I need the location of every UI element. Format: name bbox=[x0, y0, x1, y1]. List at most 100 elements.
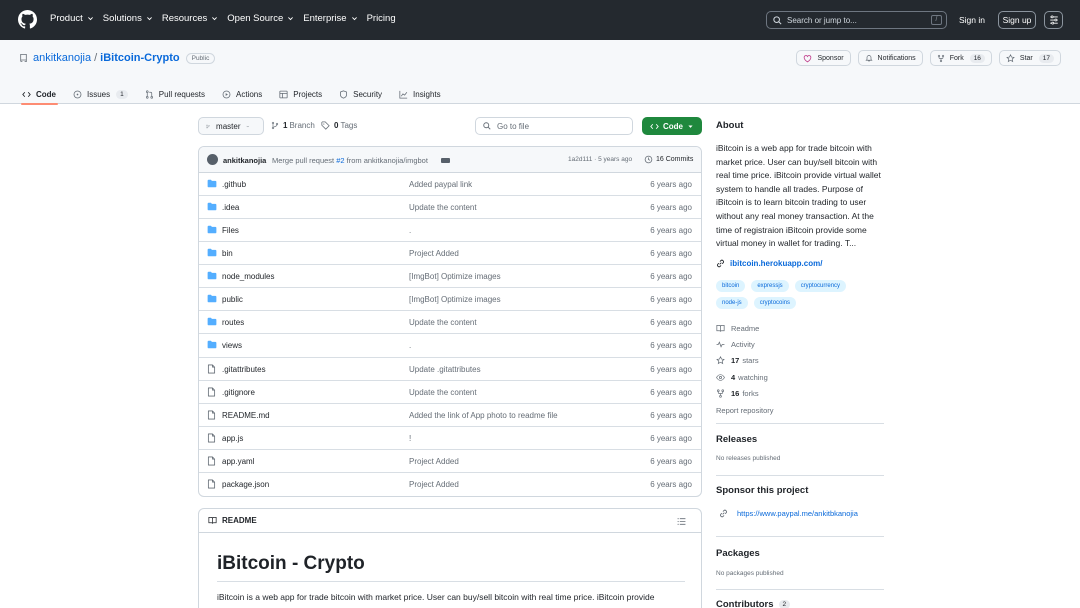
tab-pull-requests[interactable]: Pull requests bbox=[145, 84, 205, 104]
file-row[interactable]: node_modules [ImgBot] Optimize images 6 ye… bbox=[199, 265, 701, 289]
activity-link[interactable]: Activity bbox=[716, 336, 774, 352]
branches-link[interactable]: 1 Branch bbox=[271, 121, 315, 130]
list-unordered-icon[interactable] bbox=[677, 517, 686, 526]
file-commit-message[interactable]: ! bbox=[409, 434, 411, 443]
file-name-link[interactable]: package.json bbox=[222, 480, 269, 489]
repo-owner-link[interactable]: ankitkanojia bbox=[33, 52, 91, 64]
file-commit-message[interactable]: Added the link of App photo to readme fi… bbox=[409, 411, 558, 420]
file-commit-message[interactable]: [ImgBot] Optimize images bbox=[409, 295, 501, 304]
file-row[interactable]: README.md Added the link of App photo to … bbox=[199, 404, 701, 427]
file-commit-message[interactable]: Project Added bbox=[409, 457, 459, 466]
file-name-link[interactable]: bin bbox=[222, 249, 233, 258]
commit-expand-button[interactable] bbox=[441, 158, 450, 163]
star-button[interactable]: Star 17 bbox=[998, 50, 1061, 66]
file-name-link[interactable]: app.yaml bbox=[222, 457, 254, 466]
contributors-heading[interactable]: Contributors 2 bbox=[716, 599, 791, 608]
commit-author[interactable]: ankitkanojia bbox=[223, 156, 266, 165]
nav-enterprise[interactable]: Enterprise bbox=[303, 13, 357, 24]
file-name-link[interactable]: .idea bbox=[222, 203, 239, 212]
file-commit-message[interactable]: Added paypal link bbox=[409, 180, 472, 189]
file-row[interactable]: .idea Update the content 6 years ago bbox=[199, 196, 701, 220]
nav-solutions[interactable]: Solutions bbox=[103, 13, 153, 24]
forks-link[interactable]: 16 forks bbox=[716, 386, 774, 402]
releases-heading[interactable]: Releases bbox=[716, 434, 757, 445]
file-commit-message[interactable]: Update the content bbox=[409, 388, 477, 397]
homepage-link[interactable]: ibitcoin.herokuapp.com/ bbox=[716, 259, 822, 268]
go-to-file-input[interactable]: Go to file bbox=[475, 117, 633, 135]
report-repository-link[interactable]: Report repository bbox=[716, 402, 774, 418]
tab-projects[interactable]: Projects bbox=[279, 84, 322, 104]
topic-tag[interactable]: node-js bbox=[716, 297, 748, 309]
file-commit-message[interactable]: . bbox=[409, 341, 411, 350]
repo-name-link[interactable]: iBitcoin-Crypto bbox=[100, 52, 179, 64]
topic-tag[interactable]: bitcoin bbox=[716, 280, 746, 292]
tab-actions[interactable]: Actions bbox=[222, 84, 262, 104]
sponsor-button[interactable]: Sponsor bbox=[796, 50, 851, 66]
menu-button[interactable] bbox=[1044, 11, 1063, 29]
file-commit-message[interactable]: Project Added bbox=[409, 249, 459, 258]
tags-link[interactable]: 0 Tags bbox=[321, 121, 357, 130]
nav-open-source[interactable]: Open Source bbox=[227, 13, 294, 24]
sponsor-paypal-link[interactable]: https://www.paypal.me/ankitbkanojia bbox=[719, 509, 858, 518]
file-commit-message[interactable]: Update the content bbox=[409, 318, 477, 327]
file-name-link[interactable]: .gitattributes bbox=[222, 365, 266, 374]
topic-tag[interactable]: cryptocurrency bbox=[794, 280, 847, 292]
file-name-link[interactable]: node_modules bbox=[222, 272, 274, 281]
file-name-link[interactable]: .gitignore bbox=[222, 388, 255, 397]
file-commit-message[interactable]: . bbox=[409, 226, 411, 235]
watchers-link[interactable]: 4 watching bbox=[716, 369, 774, 385]
file-row[interactable]: .gitignore Update the content 6 years ago bbox=[199, 381, 701, 404]
chevron-down-icon bbox=[146, 17, 152, 21]
code-dropdown-button[interactable]: Code bbox=[642, 117, 702, 135]
file-name-link[interactable]: .github bbox=[222, 180, 246, 189]
nav-resources[interactable]: Resources bbox=[162, 13, 218, 24]
file-name-link[interactable]: README.md bbox=[222, 411, 270, 420]
tab-security[interactable]: Security bbox=[339, 84, 382, 104]
file-name-link[interactable]: app.js bbox=[222, 434, 243, 443]
file-commit-message[interactable]: [ImgBot] Optimize images bbox=[409, 272, 501, 281]
file-row[interactable]: app.yaml Project Added 6 years ago bbox=[199, 450, 701, 473]
file-row[interactable]: .github Added paypal link 6 years ago bbox=[199, 173, 701, 197]
commit-pr-link[interactable]: #2 bbox=[336, 156, 344, 165]
chevron-down-icon bbox=[87, 17, 93, 21]
topic-tag[interactable]: cryptocoins bbox=[753, 297, 797, 309]
file-row[interactable]: bin Project Added 6 years ago bbox=[199, 242, 701, 266]
file-name-link[interactable]: views bbox=[222, 341, 242, 350]
file-row[interactable]: package.json Project Added 6 years ago bbox=[199, 473, 701, 496]
file-row[interactable]: app.js! 6 years ago bbox=[199, 427, 701, 450]
tab-insights[interactable]: Insights bbox=[399, 84, 441, 104]
fork-button[interactable]: Fork 16 bbox=[929, 50, 992, 66]
activity-link-label: Activity bbox=[731, 340, 755, 350]
github-logo-icon[interactable] bbox=[18, 10, 37, 29]
folder-icon bbox=[207, 317, 217, 326]
global-search-input[interactable]: Search or jump to... / bbox=[766, 11, 947, 29]
file-row[interactable]: .gitattributes Update .gitattributes 6 yea… bbox=[199, 358, 701, 381]
file-icon bbox=[207, 479, 216, 489]
commit-message[interactable]: Merge pull request #2 from ankitkanojia/… bbox=[272, 156, 428, 165]
file-row[interactable]: public [ImgBot] Optimize images 6 years ag… bbox=[199, 288, 701, 312]
file-row[interactable]: routes Update the content 6 years ago bbox=[199, 311, 701, 335]
author-avatar[interactable] bbox=[207, 154, 218, 165]
commit-sha-time[interactable]: 1a2d111 · 5 years ago bbox=[568, 156, 632, 163]
file-name-link[interactable]: public bbox=[222, 295, 243, 304]
file-row[interactable]: Files. 6 years ago bbox=[199, 219, 701, 243]
file-name-link[interactable]: Files bbox=[222, 226, 239, 235]
notifications-button[interactable]: Notifications bbox=[857, 50, 923, 66]
sign-in-link[interactable]: Sign in bbox=[959, 15, 985, 25]
file-commit-message[interactable]: Update the content bbox=[409, 203, 477, 212]
readme-link[interactable]: Readme bbox=[716, 320, 774, 336]
tab-issues[interactable]: Issues 1 bbox=[73, 84, 128, 104]
tab-code[interactable]: Code bbox=[21, 84, 58, 105]
stars-link[interactable]: 17 stars bbox=[716, 353, 774, 369]
branch-select-button[interactable]: master bbox=[198, 117, 264, 135]
packages-heading[interactable]: Packages bbox=[716, 548, 760, 559]
nav-pricing[interactable]: Pricing bbox=[367, 13, 396, 24]
commits-history-link[interactable]: 16 Commits bbox=[644, 155, 693, 164]
topic-tag[interactable]: expressjs bbox=[751, 280, 789, 292]
file-row[interactable]: views. 6 years ago bbox=[199, 334, 701, 358]
sign-up-button[interactable]: Sign up bbox=[998, 11, 1036, 29]
nav-product[interactable]: Product bbox=[50, 13, 94, 24]
file-name-link[interactable]: routes bbox=[222, 318, 244, 327]
file-commit-message[interactable]: Update .gitattributes bbox=[409, 365, 481, 374]
file-commit-message[interactable]: Project Added bbox=[409, 480, 459, 489]
